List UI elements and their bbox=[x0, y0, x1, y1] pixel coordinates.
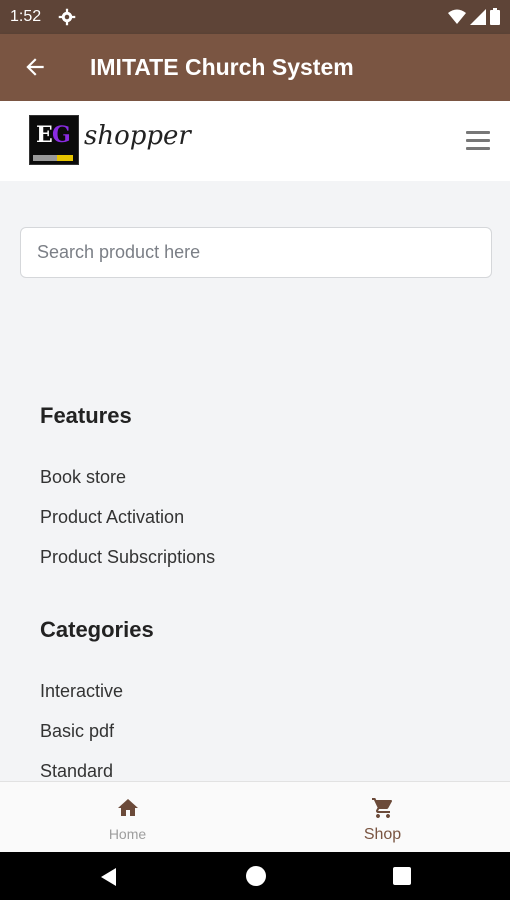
brand-bar: EG shopper bbox=[0, 101, 510, 181]
feature-link-book-store[interactable]: Book store bbox=[40, 467, 126, 488]
feature-link-product-subscriptions[interactable]: Product Subscriptions bbox=[40, 547, 215, 568]
brand-logo[interactable]: EG bbox=[29, 115, 79, 165]
feature-link-product-activation[interactable]: Product Activation bbox=[40, 507, 184, 528]
category-link-basic-pdf[interactable]: Basic pdf bbox=[40, 721, 114, 742]
status-bar: 1:52 bbox=[0, 0, 510, 34]
categories-heading: Categories bbox=[40, 617, 154, 642]
category-link-standard[interactable]: Standard bbox=[40, 761, 113, 782]
wifi-icon bbox=[448, 9, 466, 24]
arrow-left-icon[interactable] bbox=[22, 54, 48, 80]
page-title: IMITATE Church System bbox=[90, 54, 354, 80]
nav-shop-label: Shop bbox=[363, 826, 402, 843]
features-heading: Features bbox=[40, 403, 132, 428]
bottom-nav: Home Shop bbox=[0, 781, 510, 853]
brand-name[interactable]: shopper bbox=[84, 121, 191, 151]
nav-home-label: Home bbox=[108, 826, 147, 842]
nav-home[interactable]: Home bbox=[0, 782, 255, 853]
status-time: 1:52 bbox=[10, 8, 42, 25]
signal-icon bbox=[470, 8, 486, 25]
hamburger-icon[interactable] bbox=[466, 131, 490, 151]
recents-square-icon[interactable] bbox=[393, 867, 411, 885]
app-bar: IMITATE Church System bbox=[0, 34, 510, 101]
gear-icon bbox=[58, 8, 76, 26]
nav-shop[interactable]: Shop bbox=[255, 782, 510, 853]
battery-icon bbox=[490, 8, 500, 25]
home-circle-icon[interactable] bbox=[246, 866, 266, 886]
back-triangle-icon[interactable] bbox=[98, 866, 120, 888]
category-link-interactive[interactable]: Interactive bbox=[40, 681, 123, 702]
home-icon bbox=[118, 799, 138, 816]
cart-icon bbox=[372, 798, 393, 818]
search-input[interactable] bbox=[20, 227, 492, 278]
system-nav-bar bbox=[0, 852, 510, 900]
